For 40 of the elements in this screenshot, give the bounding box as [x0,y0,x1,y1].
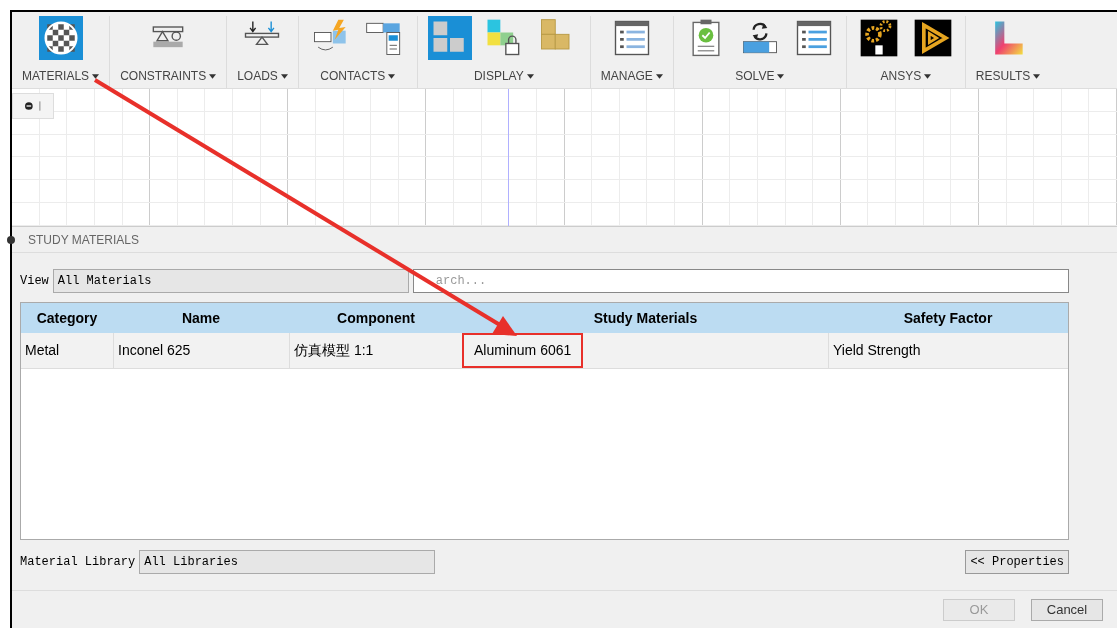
column-header[interactable]: Study Materials [463,303,828,333]
toolbar-menu[interactable]: ANSYS [880,67,932,85]
toolbar-menu[interactable]: SOLVE [735,67,785,85]
panel-toggle-icon[interactable] [7,235,15,244]
caret-icon [526,73,534,79]
view-label: View [20,273,49,290]
caret-icon [924,73,932,79]
toolbar-menu[interactable]: MANAGE [600,67,663,85]
view-dropdown[interactable]: All Materials [52,269,409,293]
caret-icon [209,73,217,79]
tiles-icon[interactable] [427,16,472,60]
table-cell-text: Yield Strength [832,341,922,360]
toolbar-menu[interactable]: LOADS [237,67,288,85]
column-header[interactable]: Category [21,303,113,333]
dialog-button[interactable]: Cancel [1031,598,1103,621]
caret-icon [388,73,396,79]
table-cell-text: Metal [24,341,61,360]
toolbar-menu[interactable]: RESULTS [975,67,1041,85]
toolbar-menu[interactable]: CONTACTS [320,67,396,85]
column-header[interactable]: Component [289,303,463,333]
toolbar-menu[interactable]: DISPLAY [473,67,534,85]
table-cell-text: Inconel 625 [117,341,192,360]
caret-icon [280,73,288,79]
table-cell: Aluminum 6061 [462,333,584,368]
column-header[interactable]: Safety Factor [828,303,1068,333]
caret-icon [92,73,100,79]
caret-icon [777,73,785,79]
table-cell-text: 仿真模型 1:1 [293,341,375,360]
column-header[interactable]: Name [113,303,289,333]
caret-icon [655,73,663,79]
grip-icon [38,100,41,112]
library-label: Material Library [20,554,136,571]
toolbar-menu[interactable]: CONSTRAINTS [120,67,217,85]
panel-title: STUDY MATERIALS [28,231,139,249]
properties-button[interactable]: << Properties [965,550,1069,574]
caret-icon [1033,73,1041,79]
toolbar-menu[interactable]: MATERIALS [22,67,100,85]
library-dropdown[interactable]: All Libraries [139,550,436,574]
collapse-icon[interactable] [25,101,33,111]
search-field[interactable]: arch... [412,269,1069,293]
